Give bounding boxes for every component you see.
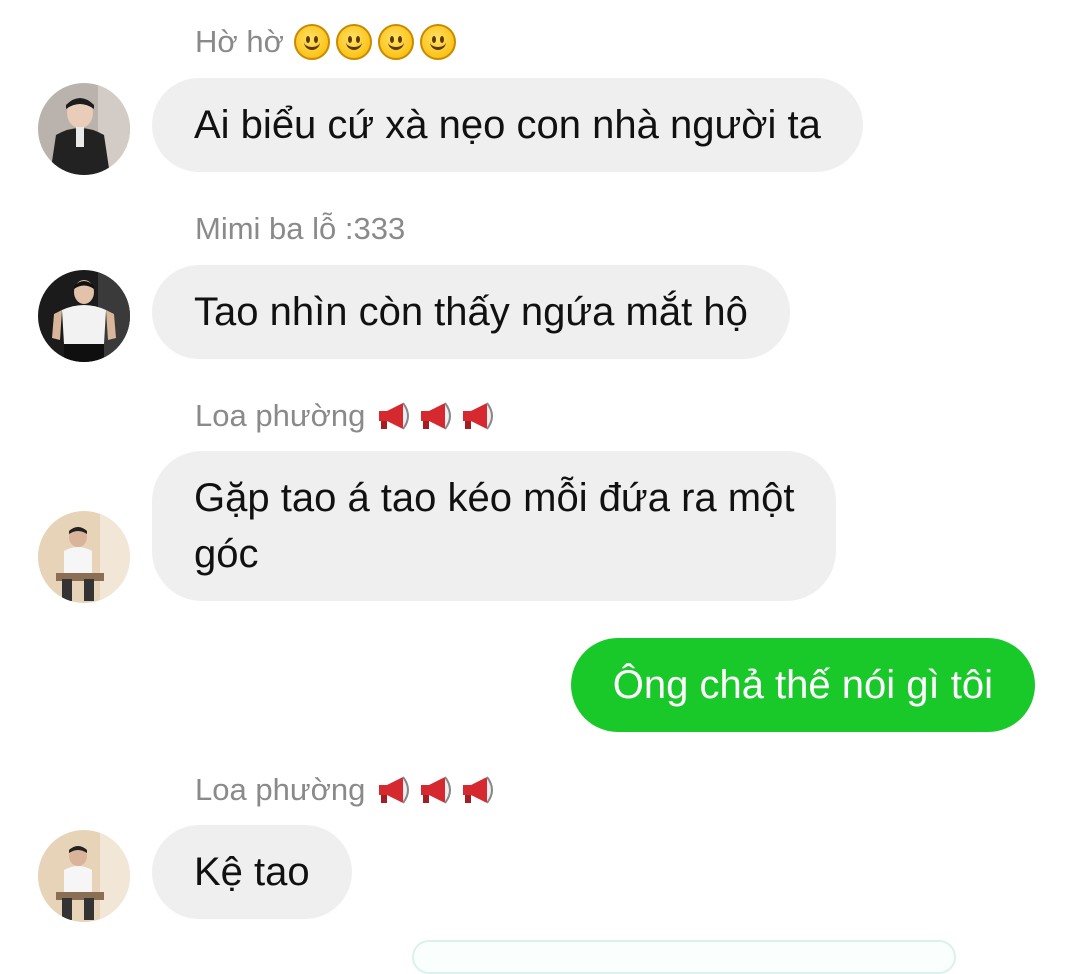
smiley-face-icon (293, 24, 330, 60)
megaphone-icon (421, 402, 452, 430)
megaphone-icon (463, 402, 494, 430)
message-bubble[interactable]: Ai biểu cứ xà nẹo con nhà người ta (152, 78, 863, 172)
message-bubble[interactable]: Tao nhìn còn thấy ngứa mắt hộ (152, 265, 790, 359)
avatar[interactable] (38, 270, 130, 362)
sender-name-text: Loa phường (195, 772, 366, 807)
avatar[interactable] (38, 830, 130, 922)
message-text: Ai biểu cứ xà nẹo con nhà người ta (194, 103, 821, 147)
sender-name: Loa phường (195, 772, 499, 808)
megaphone-icon (379, 776, 410, 804)
sender-name-text: Hờ hờ (195, 24, 284, 59)
megaphone-icon (379, 402, 410, 430)
smiley-face-icon (377, 24, 414, 60)
sender-name-text: Loa phường (195, 398, 366, 433)
sender-name: Hờ hờ (195, 24, 460, 60)
avatar[interactable] (38, 511, 130, 603)
sender-name: Mimi ba lỗ :333 (195, 211, 413, 247)
message-text: Ông chả thế nói gì tôi (612, 663, 993, 707)
message-text: Tao nhìn còn thấy ngứa mắt hộ (194, 290, 748, 334)
message-bubble[interactable]: Gặp tao á tao kéo mỗi đứa ra một góc (152, 451, 837, 601)
avatar[interactable] (38, 83, 130, 175)
smiley-face-icon (419, 24, 456, 60)
partial-message-bubble[interactable] (412, 940, 956, 974)
message-text-line: Gặp tao á tao kéo mỗi đứa ra một (194, 476, 795, 520)
smiley-face-icon (335, 24, 372, 60)
message-text: Kệ tao (194, 850, 310, 894)
sender-name: Loa phường (195, 398, 499, 434)
megaphone-icon (421, 776, 452, 804)
message-text-line: góc (194, 532, 259, 576)
message-bubble[interactable]: Kệ tao (152, 825, 352, 919)
megaphone-icon (463, 776, 494, 804)
own-message-bubble[interactable]: Ông chả thế nói gì tôi (570, 638, 1035, 732)
sender-name-text: Mimi ba lỗ :333 (195, 211, 406, 246)
